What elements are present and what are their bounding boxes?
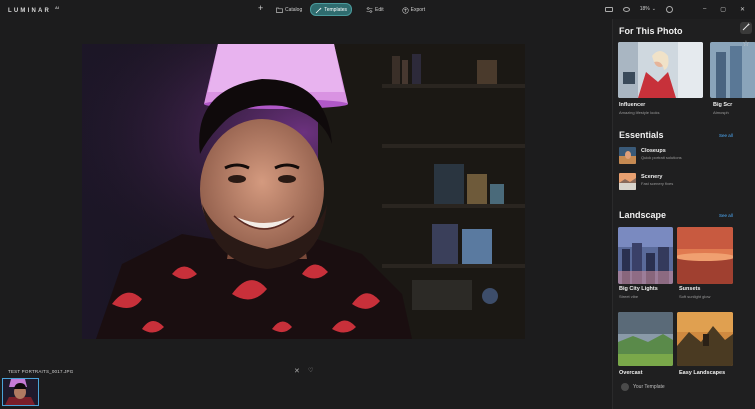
template-card-big-screen[interactable] bbox=[710, 42, 755, 98]
card-title-easy-landscapes: Easy Landscapes bbox=[679, 370, 726, 376]
main-photo[interactable] bbox=[82, 44, 525, 339]
logo-sup: AI bbox=[54, 5, 59, 10]
heart-icon[interactable]: ♡ bbox=[308, 367, 313, 374]
card-title-sunsets: Sunsets bbox=[679, 286, 701, 292]
card-title-big-screen: Big Scr bbox=[713, 102, 733, 108]
close-icon[interactable]: ✕ bbox=[294, 367, 300, 375]
tab-templates[interactable]: Templates bbox=[310, 3, 353, 16]
folder-icon bbox=[276, 7, 283, 13]
essentials-item-closeups[interactable]: Closeups Quick portrait solutions bbox=[619, 147, 682, 164]
your-template-button[interactable]: Your Template bbox=[621, 383, 665, 391]
card-subtitle-big-city-lights: Street vibe bbox=[619, 294, 639, 299]
magic-wand-icon bbox=[315, 7, 322, 13]
chevron-down-icon: ⌄ bbox=[651, 6, 656, 12]
card-title-influencer: Influencer bbox=[619, 102, 646, 108]
app-logo: LUMINAR AI bbox=[8, 5, 59, 14]
luminar-window: LUMINAR AI + Catalog Templates Edit Expo… bbox=[0, 0, 755, 409]
star-icon[interactable]: ☆ bbox=[740, 38, 752, 50]
tab-edit-label: Edit bbox=[375, 6, 384, 13]
templates-panel-icon[interactable] bbox=[740, 22, 752, 34]
scenery-thumbnail bbox=[619, 173, 636, 190]
essentials-see-all-link[interactable]: See all bbox=[719, 133, 733, 138]
tab-templates-label: Templates bbox=[324, 6, 348, 13]
closeups-title: Closeups bbox=[641, 148, 666, 154]
template-avatar-icon bbox=[621, 383, 629, 391]
template-card-easy-landscapes[interactable] bbox=[677, 312, 733, 366]
tab-catalog[interactable]: Catalog bbox=[272, 3, 306, 16]
template-card-influencer[interactable] bbox=[618, 42, 703, 98]
scenery-title: Scenery bbox=[641, 174, 663, 180]
section-title-landscape: Landscape bbox=[619, 210, 667, 220]
logo-text: LUMINAR bbox=[8, 8, 52, 14]
add-photos-button[interactable]: + bbox=[258, 3, 263, 14]
card-subtitle-influencer: Amazing lifestyle looks bbox=[619, 110, 660, 115]
card-title-big-city-lights: Big City Lights bbox=[619, 286, 658, 292]
info-icon[interactable] bbox=[665, 5, 673, 13]
closeups-subtitle: Quick portrait solutions bbox=[641, 155, 682, 160]
export-icon bbox=[402, 6, 409, 14]
templates-panel: For This Photo Influencer Amazing lifest… bbox=[612, 19, 755, 409]
right-toolbar: 18% ⌄ – ▢ ✕ bbox=[604, 3, 745, 15]
your-template-label: Your Template bbox=[633, 384, 665, 390]
scenery-subtitle: Fast scenery fixes bbox=[641, 181, 674, 186]
tab-export-label: Export bbox=[410, 6, 426, 13]
minimize-button[interactable]: – bbox=[703, 6, 706, 13]
main-nav: Catalog Templates Edit Export bbox=[272, 3, 429, 16]
eye-icon[interactable] bbox=[622, 6, 630, 12]
template-card-overcast[interactable] bbox=[618, 312, 673, 366]
top-bar: LUMINAR AI + Catalog Templates Edit Expo… bbox=[0, 0, 755, 19]
filmstrip-filename: TEST PORTRAITS_0017.JPG bbox=[8, 369, 74, 374]
essentials-item-scenery[interactable]: Scenery Fast scenery fixes bbox=[619, 173, 673, 190]
card-subtitle-sunsets: Soft sunlight glow bbox=[679, 294, 711, 299]
landscape-see-all-link[interactable]: See all bbox=[719, 213, 733, 218]
maximize-button[interactable]: ▢ bbox=[720, 6, 726, 13]
zoom-dropdown[interactable]: 18% ⌄ bbox=[640, 6, 656, 12]
card-subtitle-big-screen: Atmosph bbox=[713, 110, 729, 115]
compare-view-icon[interactable] bbox=[604, 6, 613, 12]
zoom-value: 18% bbox=[639, 6, 650, 12]
card-title-overcast: Overcast bbox=[619, 370, 643, 376]
tab-edit[interactable]: Edit bbox=[362, 3, 388, 16]
window-controls: – ▢ ✕ bbox=[703, 6, 745, 13]
section-title-essentials: Essentials bbox=[619, 130, 664, 140]
tab-export[interactable]: Export bbox=[398, 3, 429, 16]
section-title-for-this-photo: For This Photo bbox=[619, 26, 683, 36]
template-card-sunsets[interactable] bbox=[677, 227, 733, 284]
closeups-thumbnail bbox=[619, 147, 636, 164]
close-button[interactable]: ✕ bbox=[740, 6, 745, 13]
template-card-big-city-lights[interactable] bbox=[618, 227, 673, 284]
sliders-icon bbox=[366, 6, 373, 13]
tab-catalog-label: Catalog bbox=[285, 6, 303, 13]
filmstrip-thumbnail[interactable] bbox=[2, 378, 39, 406]
